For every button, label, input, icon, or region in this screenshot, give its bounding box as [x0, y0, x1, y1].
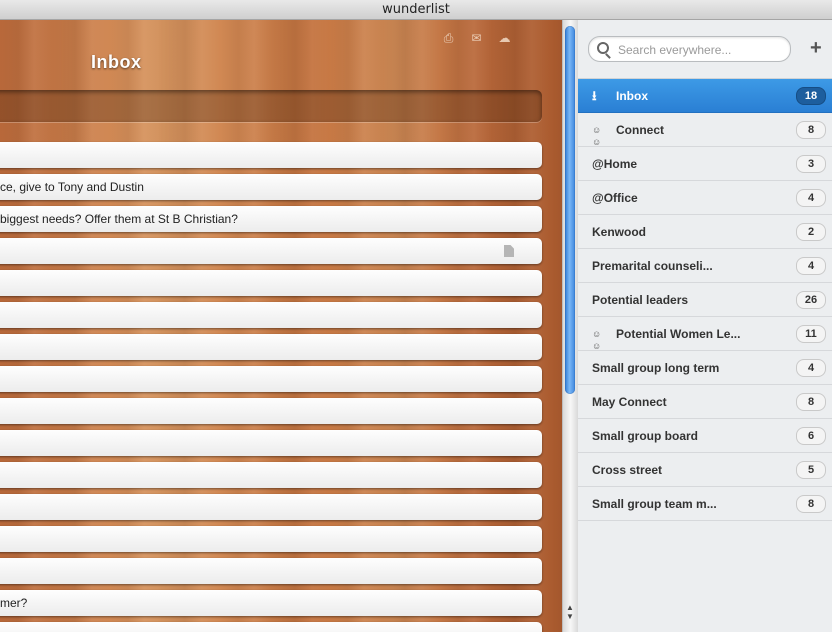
- task-item[interactable]: [0, 430, 542, 456]
- count-badge: 18: [796, 87, 826, 105]
- scrollbar-thumb[interactable]: [565, 26, 575, 394]
- count-badge: 4: [796, 359, 826, 377]
- task-item[interactable]: [0, 558, 542, 584]
- list-label: May Connect: [592, 395, 667, 409]
- search-icon: [597, 42, 609, 54]
- sidebar-list-item[interactable]: Small group board 6: [578, 419, 832, 453]
- task-item[interactable]: [0, 270, 542, 296]
- list-label: Small group long term: [592, 361, 720, 375]
- task-item[interactable]: mer?: [0, 590, 542, 616]
- list-label: Premarital counseli...: [592, 259, 713, 273]
- task-item[interactable]: biggest needs? Offer them at St B Christ…: [0, 206, 542, 232]
- count-badge: 4: [796, 257, 826, 275]
- count-badge: 5: [796, 461, 826, 479]
- sidebar-list-item[interactable]: Premarital counseli... 4: [578, 249, 832, 283]
- shared-users-icon: ☺☺: [592, 329, 602, 351]
- task-text: mer?: [0, 596, 28, 610]
- task-item[interactable]: [0, 302, 542, 328]
- task-item[interactable]: [0, 238, 542, 264]
- note-icon[interactable]: [504, 245, 514, 257]
- sidebar-list-item[interactable]: ⭳ Inbox 18: [578, 79, 832, 113]
- cloud-icon[interactable]: ☁: [496, 32, 513, 45]
- task-item[interactable]: [0, 462, 542, 488]
- task-item[interactable]: ce, give to Tony and Dustin: [0, 174, 542, 200]
- count-badge: 26: [796, 291, 826, 309]
- count-badge: 8: [796, 121, 826, 139]
- toolbar: ⎙ ✉ ☁: [440, 32, 513, 45]
- list-label: Inbox: [616, 89, 648, 103]
- count-badge: 3: [796, 155, 826, 173]
- search-input[interactable]: [616, 40, 785, 59]
- add-list-icon[interactable]: +: [810, 38, 822, 58]
- sidebar-list-item[interactable]: ☺☺ Connect 8: [578, 113, 832, 147]
- task-item[interactable]: [0, 366, 542, 392]
- sidebar-list-item[interactable]: @Office 4: [578, 181, 832, 215]
- sidebar-list-item[interactable]: @Home 3: [578, 147, 832, 181]
- list-menu: ⭳ Inbox 18 ☺☺ Connect 8 @Home 3 @Office 4 Kenwood 2…: [578, 78, 832, 521]
- count-badge: 2: [796, 223, 826, 241]
- list-label: Potential Women Le...: [616, 327, 741, 341]
- task-text: ce, give to Tony and Dustin: [0, 180, 144, 194]
- task-item[interactable]: [0, 334, 542, 360]
- list-label: Small group board: [592, 429, 699, 443]
- task-panel: ⎙ ✉ ☁ Inbox ce, give to Tony and Dustin b…: [0, 20, 562, 632]
- list-label: Connect: [616, 123, 664, 137]
- list-title: Inbox: [91, 52, 142, 72]
- task-item[interactable]: [0, 142, 542, 168]
- sidebar-list-item[interactable]: ☺☺ Potential Women Le... 11: [578, 317, 832, 351]
- count-badge: 6: [796, 427, 826, 445]
- window-title: wunderlist: [0, 0, 832, 20]
- task-item[interactable]: [0, 526, 542, 552]
- count-badge: 8: [796, 393, 826, 411]
- sidebar-list-item[interactable]: May Connect 8: [578, 385, 832, 419]
- inbox-icon: ⭳: [592, 88, 597, 103]
- task-item[interactable]: [0, 622, 542, 632]
- sidebar-list-item[interactable]: Small group team m... 8: [578, 487, 832, 521]
- print-icon[interactable]: ⎙: [440, 32, 457, 45]
- search-box[interactable]: [588, 36, 791, 62]
- sidebar-list-item[interactable]: Cross street 5: [578, 453, 832, 487]
- count-badge: 4: [796, 189, 826, 207]
- sidebar: + ⭳ Inbox 18 ☺☺ Connect 8 @Home 3 @Office 4 Kenwoo…: [578, 20, 832, 632]
- list-label: Potential leaders: [592, 293, 689, 307]
- list-label: Cross street: [592, 463, 663, 477]
- list-label: @Home: [592, 157, 638, 171]
- task-text: biggest needs? Offer them at St B Christ…: [0, 212, 238, 226]
- list-label: Small group team m...: [592, 497, 717, 511]
- task-list: ce, give to Tony and Dustin biggest needs…: [0, 142, 542, 632]
- scroll-arrows-icon[interactable]: ▲ ▼: [566, 603, 574, 621]
- shared-users-icon: ☺☺: [592, 125, 602, 147]
- task-item[interactable]: [0, 494, 542, 520]
- sidebar-list-item[interactable]: Kenwood 2: [578, 215, 832, 249]
- list-label: @Office: [592, 191, 638, 205]
- mail-icon[interactable]: ✉: [468, 32, 485, 45]
- list-label: Kenwood: [592, 225, 646, 239]
- add-task-input[interactable]: [0, 90, 542, 122]
- count-badge: 8: [796, 495, 826, 513]
- task-item[interactable]: [0, 398, 542, 424]
- sidebar-list-item[interactable]: Potential leaders 26: [578, 283, 832, 317]
- count-badge: 11: [796, 325, 826, 343]
- sidebar-list-item[interactable]: Small group long term 4: [578, 351, 832, 385]
- scrollbar[interactable]: ▲ ▼: [562, 20, 578, 632]
